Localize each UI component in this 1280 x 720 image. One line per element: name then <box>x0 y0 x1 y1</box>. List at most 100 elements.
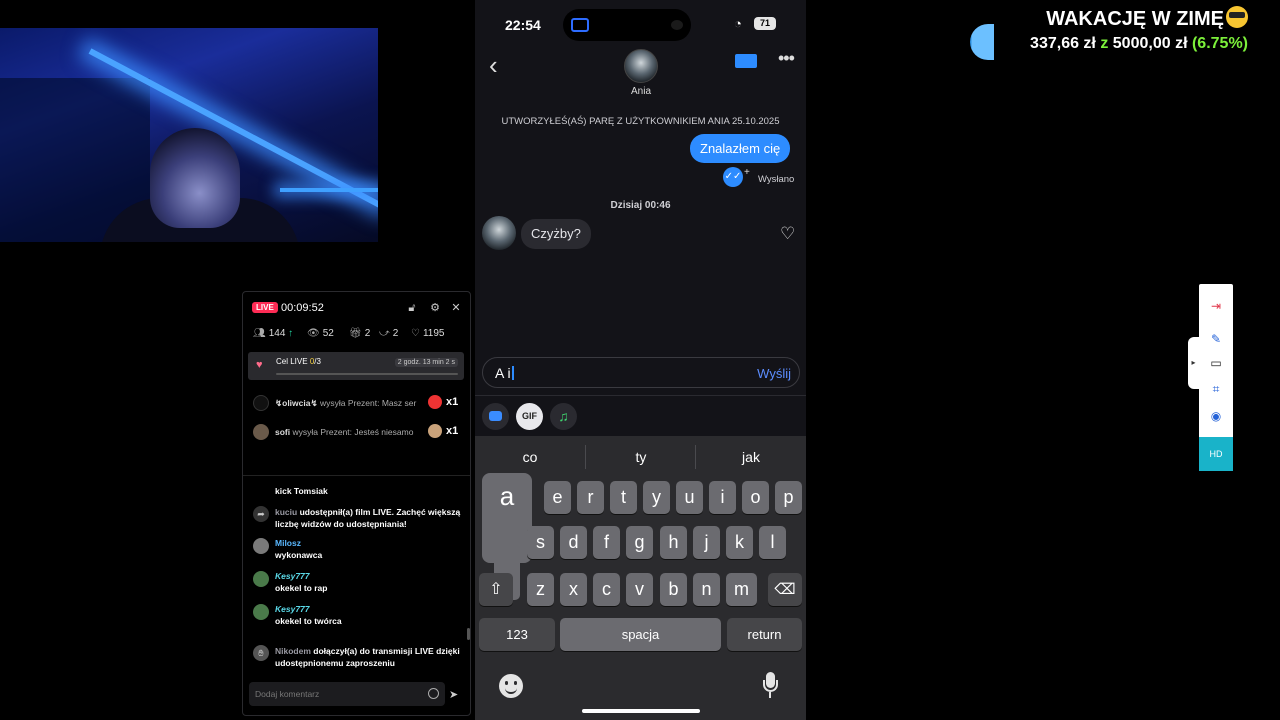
back-button[interactable]: ‹ <box>489 52 498 78</box>
key-j[interactable]: j <box>693 526 720 559</box>
key-h[interactable]: h <box>660 526 687 559</box>
key-v[interactable]: v <box>626 573 653 606</box>
emoji-keyboard-icon[interactable] <box>499 674 523 698</box>
key-f[interactable]: f <box>593 526 620 559</box>
stat-gifts: 🎁︎ 2 <box>349 328 371 339</box>
stat-shares: ⤻ 2 <box>379 328 399 339</box>
comment-input[interactable]: Dodaj komentarz <box>249 682 445 706</box>
goal-target: 5000,00 zł <box>1112 35 1188 52</box>
live-goal-card[interactable]: ♥ Cel LIVE 0/3 2 godz. 13 min 2 s <box>248 352 464 380</box>
gift-apple-icon <box>428 395 442 409</box>
donation-goal-widget: WAKACJĘ W ZIMĘ 337,66 zł z 5000,00 zł (6… <box>958 6 1248 53</box>
sent-status: Wysłano <box>758 174 795 185</box>
gift-cat-icon <box>428 424 442 438</box>
share-icon: ➦ <box>253 506 269 522</box>
text-caret <box>511 366 514 380</box>
received-message-bubble[interactable]: Czyżby? <box>521 219 591 249</box>
key-c[interactable]: c <box>593 573 620 606</box>
key-n[interactable]: n <box>693 573 720 606</box>
microphone-icon[interactable] <box>763 672 778 700</box>
video-call-icon[interactable] <box>735 54 757 68</box>
key-g[interactable]: g <box>626 526 653 559</box>
lock-icon[interactable]: 🔓︎ <box>405 301 419 315</box>
message-input-value: A i <box>495 365 511 381</box>
numbers-key[interactable]: 123 <box>479 618 555 651</box>
chat-scrollbar[interactable] <box>467 628 470 640</box>
contact-avatar[interactable] <box>624 49 658 83</box>
goal-current: 337,66 zł <box>1030 35 1096 52</box>
avatar <box>253 538 269 554</box>
key-z[interactable]: z <box>527 573 554 606</box>
key-e[interactable]: e <box>544 481 571 514</box>
goal-progress-text: 337,66 zł z 5000,00 zł (6.75%) <box>958 35 1248 53</box>
stat-viewers: 👁︎ 52 <box>307 328 334 339</box>
message-input[interactable]: A i Wyślij <box>482 357 800 388</box>
key-p[interactable]: p <box>775 481 802 514</box>
window-icon[interactable]: ▭ <box>1208 355 1224 371</box>
double-check-icon: ✓✓ <box>723 167 743 187</box>
plus-icon: + <box>744 167 750 178</box>
key-o[interactable]: o <box>742 481 769 514</box>
space-key[interactable]: spacja <box>560 618 721 651</box>
toolbar-collapse-button[interactable]: ▸ <box>1188 337 1199 389</box>
music-note-icon[interactable]: ♫ <box>550 403 577 430</box>
sunglasses-emoji-icon <box>1226 6 1248 28</box>
key-i[interactable]: i <box>709 481 736 514</box>
send-comment-icon[interactable]: ➤ <box>449 688 458 701</box>
key-y[interactable]: y <box>643 481 670 514</box>
key-k[interactable]: k <box>726 526 753 559</box>
stat-followers: 👥︎ 144 ↑ <box>253 328 294 339</box>
avatar <box>253 424 269 440</box>
key-b[interactable]: b <box>660 573 687 606</box>
backspace-key[interactable]: ⌫ <box>768 573 802 606</box>
people-icon: 👥︎ <box>253 328 266 339</box>
onscreen-keyboard: co ty jak a e r t y u i o p s d f g h j … <box>475 436 806 720</box>
goal-title: WAKACJĘ W ZIMĘ <box>1046 8 1224 30</box>
key-u[interactable]: u <box>676 481 703 514</box>
settings-icon[interactable]: ⚙︎ <box>428 301 442 315</box>
status-time: 22:54 <box>505 17 541 33</box>
contact-name[interactable]: Ania <box>615 86 667 97</box>
pen-icon[interactable]: ✎ <box>1208 331 1224 347</box>
gift-icon: 🎁︎ <box>349 328 362 339</box>
live-goal-time: 2 godz. 13 min 2 s <box>394 358 458 367</box>
suggestion-jak[interactable]: jak <box>696 449 806 465</box>
live-badge: LIVE <box>252 302 278 313</box>
crop-icon[interactable]: ⌗ <box>1208 381 1224 397</box>
suggestion-ty[interactable]: ty <box>586 449 696 465</box>
key-d[interactable]: d <box>560 526 587 559</box>
hd-button[interactable]: HD <box>1199 437 1233 471</box>
suggestion-co[interactable]: co <box>475 449 585 465</box>
sticker-icon[interactable] <box>482 403 509 430</box>
avatar <box>253 604 269 620</box>
contact-message-avatar[interactable] <box>482 216 516 250</box>
heart-goal-icon: ♥ <box>256 359 263 371</box>
return-key[interactable]: return <box>727 618 802 651</box>
exit-icon[interactable]: ⇥ <box>1208 298 1224 314</box>
send-button[interactable]: Wyślij <box>757 366 791 381</box>
sent-message-bubble[interactable]: Znalazłem cię <box>690 134 791 163</box>
key-t[interactable]: t <box>610 481 637 514</box>
heart-like-icon[interactable]: ♡ <box>780 225 795 242</box>
close-icon[interactable]: ✕ <box>449 301 463 315</box>
key-l[interactable]: l <box>759 526 786 559</box>
key-r[interactable]: r <box>577 481 604 514</box>
shift-key[interactable]: ⇧ <box>479 573 513 606</box>
camera-dot-icon <box>671 20 683 30</box>
home-indicator[interactable] <box>582 709 700 713</box>
record-icon[interactable]: ◉ <box>1208 408 1224 424</box>
emoji-icon[interactable] <box>428 688 439 699</box>
key-x[interactable]: x <box>560 573 587 606</box>
avatar <box>253 571 269 587</box>
key-s[interactable]: s <box>527 526 554 559</box>
live-stream-panel: LIVE 00:09:52 🔓︎ ⚙︎ ✕ 👥︎ 144 ↑ 👁︎ 52 🎁︎ 2 ⤻… <box>242 291 471 716</box>
gif-button[interactable]: GIF <box>516 403 543 430</box>
webcam-feed <box>0 28 378 242</box>
live-goal-label: Cel LIVE 0/3 <box>276 357 321 366</box>
goal-connector: z <box>1100 35 1109 52</box>
more-options-icon[interactable]: ••• <box>778 48 795 69</box>
key-a-popup[interactable]: a <box>482 473 532 600</box>
day-timestamp: Dzisiaj 00:46 <box>610 200 671 211</box>
key-m[interactable]: m <box>726 573 757 606</box>
phone-screen: 22:54 ◔ 71 ‹ Ania ••• UTWORZYŁEŚ(AŚ) PAR… <box>475 0 806 720</box>
